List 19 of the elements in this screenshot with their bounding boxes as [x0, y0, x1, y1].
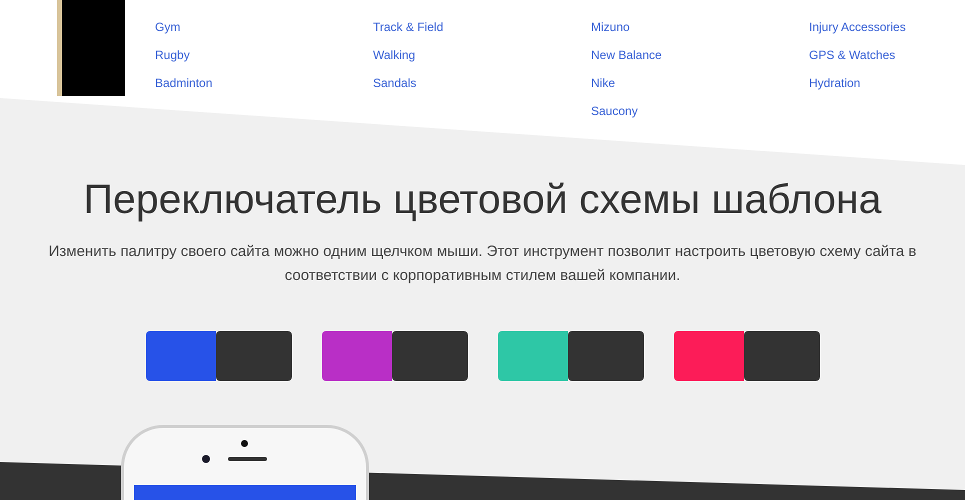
color-scheme-swatch[interactable] [146, 331, 292, 382]
menu-link[interactable]: Rugby [155, 41, 190, 69]
color-scheme-swatch[interactable] [322, 331, 468, 382]
section-heading: Переключатель цветовой схемы шаблона [84, 175, 882, 224]
menu-link[interactable]: Nike [591, 69, 616, 97]
menu-link[interactable]: New Balance [591, 41, 662, 69]
section-description: Изменить палитру своего сайта можно одним щелчком мыши. Этот инструмент позволит настроить цветовую схему сайта в соответствии с корпоративным стилем вашей компании. [48, 242, 918, 286]
menu-link[interactable]: GPS & Watches [809, 41, 896, 69]
menu-link[interactable]: Track & Field [373, 13, 444, 41]
menu-link[interactable]: Mizuno [591, 13, 630, 41]
menu-link[interactable]: Gym [155, 13, 180, 41]
menu-link[interactable]: Sandals [373, 69, 416, 97]
menu-link[interactable]: Badminton [155, 69, 212, 97]
color-scheme-swatch[interactable] [674, 331, 820, 382]
menu-link[interactable]: Walking [373, 41, 416, 69]
menu-link[interactable]: Saucony [591, 97, 638, 125]
color-scheme-swatch[interactable] [498, 331, 644, 382]
menu-link[interactable]: Injury Accessories [809, 13, 906, 41]
menu-link[interactable]: Hydration [809, 69, 860, 97]
